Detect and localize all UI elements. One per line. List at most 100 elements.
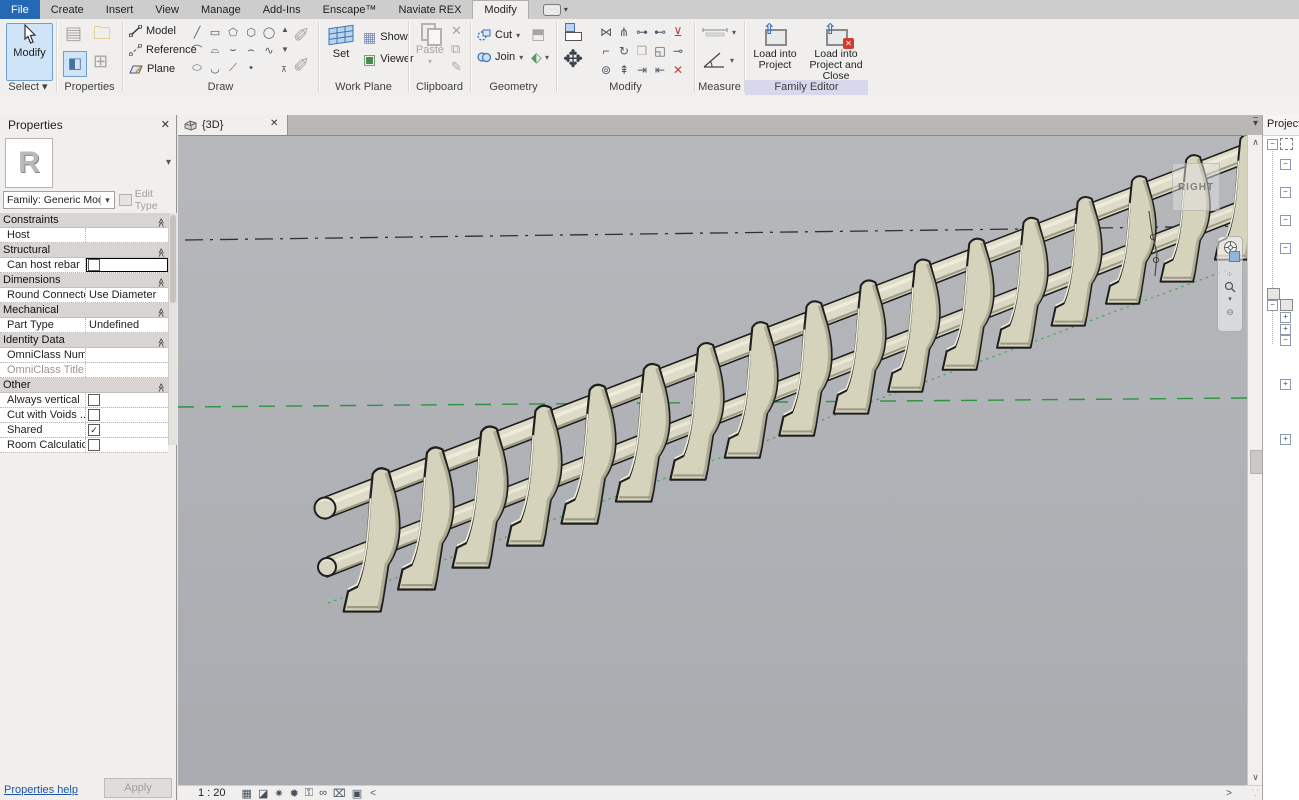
load-into-project-button[interactable]: ⇧ Load into Project bbox=[747, 22, 803, 71]
property-value[interactable]: ✓ bbox=[86, 423, 168, 437]
view-tab-overflow-icon[interactable]: ▾ bbox=[1253, 117, 1258, 129]
detail-level-icon[interactable]: ▦ bbox=[242, 787, 252, 800]
load-into-project-and-close-button[interactable]: ⇧✕ Load into Project and Close bbox=[805, 22, 867, 82]
property-value[interactable] bbox=[86, 348, 168, 362]
draw-grid-expand[interactable]: ⊼ bbox=[281, 65, 287, 74]
modify-tool-split-with-gap-icon[interactable]: ⊷ bbox=[651, 22, 669, 41]
scroll-up-icon[interactable]: ∧ bbox=[1248, 137, 1263, 148]
tree-node-families[interactable]: − bbox=[1267, 299, 1293, 311]
resize-grip[interactable]: ⸪ bbox=[1252, 786, 1260, 799]
draw-tool-center-ends-arc-icon[interactable]: ⌓ bbox=[206, 41, 224, 59]
draw-tool-circumscribed-polygon-icon[interactable]: ⬡ bbox=[242, 23, 260, 41]
property-value[interactable] bbox=[86, 408, 168, 422]
modify-tool-move-to-level-icon[interactable]: ⇞ bbox=[615, 60, 633, 79]
collapse-box-icon[interactable]: − bbox=[1280, 187, 1291, 198]
ribbon-tab-enscape-[interactable]: Enscape™ bbox=[312, 0, 388, 19]
set-work-plane-button[interactable]: Set bbox=[323, 23, 359, 60]
expand-box-icon[interactable]: + bbox=[1280, 324, 1291, 335]
tree-node[interactable]: − bbox=[1280, 243, 1291, 254]
tree-node[interactable]: − bbox=[1280, 187, 1291, 198]
lower-rail-tube[interactable] bbox=[327, 201, 1240, 577]
visual-style-icon[interactable]: ◪ bbox=[258, 787, 268, 800]
ribbon-tab-file[interactable]: File bbox=[0, 0, 40, 19]
family-connectors-icon[interactable]: ⊞ bbox=[93, 53, 108, 69]
ribbon-tab-modify[interactable]: Modify bbox=[472, 0, 528, 19]
pan-dots-icon[interactable]: ⁘ bbox=[1226, 270, 1234, 279]
checkbox-unchecked-icon[interactable] bbox=[88, 394, 100, 406]
panel-label-work-plane[interactable]: Work Plane bbox=[319, 80, 408, 95]
property-value[interactable]: Use Diameter bbox=[86, 288, 168, 302]
hscroll-right-icon[interactable]: > bbox=[1226, 788, 1232, 799]
modify-tool-copy-icon[interactable]: ❒ bbox=[633, 41, 651, 60]
modify-tool-delete-icon[interactable]: ✕ bbox=[669, 60, 687, 79]
property-value[interactable] bbox=[86, 363, 168, 377]
show-work-plane-button[interactable]: ▦ Show bbox=[363, 29, 408, 45]
property-group-header[interactable]: Structural≫ bbox=[0, 243, 168, 258]
paint-dropdown[interactable]: ▾ bbox=[545, 53, 549, 62]
draw-tool-ellipse-icon[interactable]: ⬭ bbox=[188, 59, 206, 77]
property-group-header[interactable]: Constraints≫ bbox=[0, 213, 168, 228]
draw-tool-rectangle-icon[interactable]: ▭ bbox=[206, 23, 224, 41]
modify-tool-trim-extend-multiple-icon[interactable]: ⇤ bbox=[651, 60, 669, 79]
top-rail-tube[interactable] bbox=[325, 143, 1247, 519]
type-selector[interactable]: Family: Generic Mod ▾ bbox=[3, 191, 115, 209]
draw-tool-inscribed-polygon-icon[interactable]: ⬠ bbox=[224, 23, 242, 41]
panel-label-geometry[interactable]: Geometry bbox=[471, 80, 556, 95]
property-group-header[interactable]: Dimensions≫ bbox=[0, 273, 168, 288]
draw-model-line[interactable]: Model bbox=[129, 25, 176, 37]
checkbox-checked-icon[interactable]: ✓ bbox=[88, 424, 100, 436]
panel-label-properties[interactable]: Properties bbox=[57, 80, 122, 95]
measure-length-button[interactable]: ▾ bbox=[702, 27, 736, 37]
collapse-chevron-icon[interactable]: ≫ bbox=[156, 213, 167, 226]
tree-node[interactable]: + bbox=[1280, 379, 1291, 390]
tree-node[interactable]: − bbox=[1280, 215, 1291, 226]
collapse-box-icon[interactable]: − bbox=[1267, 300, 1278, 311]
draw-tool-start-end-radius-arc-icon[interactable]: ⌒ bbox=[188, 41, 206, 59]
expand-box-icon[interactable]: + bbox=[1280, 434, 1291, 445]
modify-select-button[interactable]: Modify bbox=[6, 23, 53, 81]
tree-node[interactable]: − bbox=[1280, 335, 1291, 346]
ribbon-tab-view[interactable]: View bbox=[144, 0, 190, 19]
sun-path-icon[interactable]: ✷ bbox=[274, 787, 283, 800]
tree-node[interactable]: + bbox=[1280, 312, 1291, 323]
tree-node-views-root[interactable]: − bbox=[1267, 138, 1293, 150]
draw-tool-tangent-arc-icon[interactable]: ⌣ bbox=[224, 41, 242, 59]
view-tab-close-icon[interactable]: ✕ bbox=[270, 118, 278, 129]
properties-close-icon[interactable]: ✕ bbox=[161, 118, 170, 131]
family-category-icon[interactable]: 🗀 bbox=[93, 25, 111, 41]
cut-geometry-button[interactable]: Cut▾ bbox=[477, 29, 520, 41]
modify-tool-scale-icon[interactable]: ◱ bbox=[651, 41, 669, 60]
viewcube[interactable]: RIGHT bbox=[1172, 163, 1220, 211]
navbar-more-icon[interactable]: ▾ bbox=[1228, 295, 1232, 303]
draw-plane[interactable]: Plane bbox=[129, 63, 175, 75]
navigation-bar[interactable]: ⁘ ▾ ⊖ bbox=[1217, 236, 1243, 332]
property-value[interactable] bbox=[86, 228, 168, 242]
view-control-collapse-icon[interactable]: < bbox=[370, 788, 376, 799]
viewer-button[interactable]: ▣ Viewer bbox=[363, 51, 414, 67]
join-geometry-button[interactable]: Join▾ bbox=[477, 51, 523, 63]
draw-tool-line-icon[interactable]: ╱ bbox=[188, 23, 206, 41]
show-crop-region-icon[interactable]: ▣ bbox=[352, 787, 362, 800]
family-types-icon[interactable]: ▤ bbox=[65, 25, 82, 41]
checkbox-unchecked-icon[interactable] bbox=[88, 409, 100, 421]
scroll-down-icon[interactable]: ∨ bbox=[1248, 772, 1263, 783]
canvas-vertical-scrollbar[interactable]: ∧ ∨ bbox=[1247, 135, 1262, 785]
zoom-icon[interactable] bbox=[1224, 281, 1236, 293]
properties-scrollbar[interactable] bbox=[168, 213, 177, 445]
paste-button[interactable]: Paste ▾ bbox=[415, 23, 445, 66]
tree-node[interactable]: + bbox=[1280, 324, 1291, 335]
draw-tool-fillet-arc-icon[interactable]: ⌢ bbox=[242, 41, 260, 59]
tree-node[interactable]: − bbox=[1280, 159, 1291, 170]
panel-label-clipboard[interactable]: Clipboard bbox=[409, 80, 470, 95]
properties-palette-icon[interactable]: ◧ bbox=[63, 51, 87, 77]
collapse-box-icon[interactable]: − bbox=[1280, 215, 1291, 226]
draw-grid-scroll-up[interactable]: ▲ bbox=[281, 25, 289, 34]
expand-box-icon[interactable]: + bbox=[1280, 312, 1291, 323]
property-group-header[interactable]: Identity Data≫ bbox=[0, 333, 168, 348]
modify-tool-split-element-icon[interactable]: ⊶ bbox=[633, 22, 651, 41]
drawing-area[interactable]: RIGHT ⁘ ▾ ⊖ bbox=[178, 135, 1247, 786]
paint-connector-icon[interactable]: ⬖ bbox=[531, 49, 542, 66]
preview-dropdown-icon[interactable]: ▾ bbox=[166, 157, 171, 168]
modify-tool-cope-icon[interactable]: ⌐ bbox=[597, 41, 615, 60]
edit-type-button[interactable]: Edit Type bbox=[119, 191, 174, 209]
